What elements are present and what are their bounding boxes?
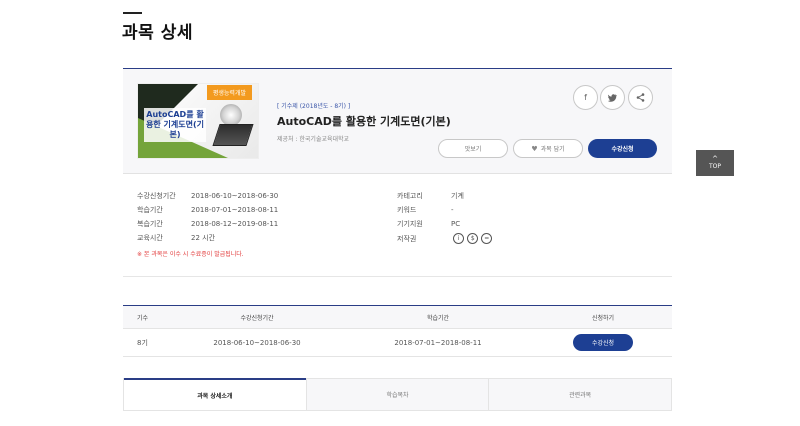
info-value: - — [451, 206, 454, 214]
info-row-category: 카테고리 기계 — [397, 191, 464, 201]
row-enroll-button[interactable]: 수강신청 — [573, 334, 633, 351]
info-label: 학습기간 — [137, 206, 163, 214]
info-row-review-period: 복습기간 2018-08-12~2019-08-11 — [137, 219, 278, 229]
info-value: PC — [451, 220, 461, 228]
thumbnail-disc-graphic — [220, 104, 242, 126]
info-label: 복습기간 — [137, 220, 163, 228]
title-accent-bar — [123, 12, 142, 14]
info-row-apply-period: 수강신청기간 2018-06-10~2018-06-30 — [137, 191, 278, 201]
header-apply-period: 수강신청기간 — [240, 314, 274, 322]
chevron-up-icon: ^ — [712, 155, 718, 163]
info-row-keyword: 키워드 - — [397, 205, 454, 215]
course-summary-card: 평생능력개발 AutoCAD를 활용한 기계도면(기본) [ 기수제 (2018… — [123, 68, 672, 174]
page-title: 과목 상세 — [122, 23, 193, 43]
thumbnail-title: AutoCAD를 활용한 기계도면(기본) — [144, 108, 206, 142]
table-header: 기수 수강신청기간 학습기간 신청하기 — [123, 305, 672, 329]
info-value: 기계 — [451, 192, 464, 200]
info-label: 교육시간 — [137, 234, 163, 242]
schedule-table: 기수 수강신청기간 학습기간 신청하기 8기 2018-06-10~2018-0… — [123, 305, 672, 357]
tab-course-detail[interactable]: 과목 상세소개 — [124, 378, 306, 410]
course-thumbnail[interactable]: 평생능력개발 AutoCAD를 활용한 기계도면(기본) — [137, 83, 259, 159]
thumbnail-badge: 평생능력개발 — [206, 85, 252, 100]
header-study-period: 학습기간 — [426, 314, 450, 322]
info-value: 2018-08-12~2019-08-11 — [191, 220, 279, 228]
info-row-device-support: 기기지원 PC — [397, 219, 460, 229]
thumbnail-box-graphic — [212, 124, 254, 146]
attribution-icon: i — [453, 233, 465, 244]
certificate-notice: ※ 본 과목은 이수 시 수료증이 발급됩니다. — [137, 251, 244, 258]
info-row-study-period: 학습기간 2018-07-01~2018-08-11 — [137, 205, 278, 215]
enroll-button[interactable]: 수강신청 — [588, 139, 657, 158]
twitter-icon[interactable] — [600, 85, 625, 110]
no-derivatives-icon: = — [481, 233, 493, 244]
info-label: 카테고리 — [397, 192, 423, 200]
header-apply: 신청하기 — [591, 314, 615, 322]
preview-button[interactable]: 맛보기 — [438, 139, 508, 158]
course-period-label: [ 기수제 (2018년도 - 8기) ] — [277, 103, 351, 110]
info-label: 키워드 — [397, 206, 417, 214]
facebook-icon[interactable]: f — [573, 85, 598, 110]
info-label: 저작권 — [397, 234, 417, 243]
scroll-top-label: TOP — [708, 163, 721, 170]
cell-term: 8기 — [137, 338, 148, 347]
tab-curriculum[interactable]: 학습목차 — [305, 379, 489, 410]
detail-tabs: 과목 상세소개 학습목차 관련과목 — [123, 378, 672, 411]
add-to-cart-button[interactable]: ♥ 과목 담기 — [513, 139, 583, 158]
info-row-copyright: 저작권 i $ = — [397, 233, 493, 244]
course-name: AutoCAD를 활용한 기계도면(기본) — [277, 115, 451, 128]
course-info-panel: 수강신청기간 2018-06-10~2018-06-30 학습기간 2018-07-… — [123, 175, 672, 277]
share-icon[interactable] — [628, 85, 653, 110]
noncommercial-icon: $ — [467, 233, 479, 244]
info-label: 수강신청기간 — [137, 192, 176, 200]
info-value: 22 시간 — [191, 234, 216, 242]
header-term: 기수 — [137, 314, 149, 322]
course-provider: 제공처 : 한국기술교육대학교 — [277, 136, 350, 143]
scroll-top-button[interactable]: ^ TOP — [696, 150, 734, 176]
info-label: 기기지원 — [397, 220, 423, 228]
license-icons: i $ = — [453, 233, 493, 244]
add-to-cart-label: 과목 담기 — [540, 146, 565, 153]
info-row-education-hours: 교육시간 22 시간 — [137, 233, 215, 243]
cell-apply-period: 2018-06-10~2018-06-30 — [213, 338, 301, 347]
info-value: 2018-06-10~2018-06-30 — [191, 192, 279, 200]
cell-study-period: 2018-07-01~2018-08-11 — [394, 338, 482, 347]
info-value: 2018-07-01~2018-08-11 — [191, 206, 279, 214]
table-row: 8기 2018-06-10~2018-06-30 2018-07-01~2018… — [123, 329, 672, 357]
tab-related-courses[interactable]: 관련과목 — [488, 379, 671, 410]
heart-icon: ♥ — [531, 144, 538, 153]
cell-action: 수강신청 — [563, 329, 643, 356]
